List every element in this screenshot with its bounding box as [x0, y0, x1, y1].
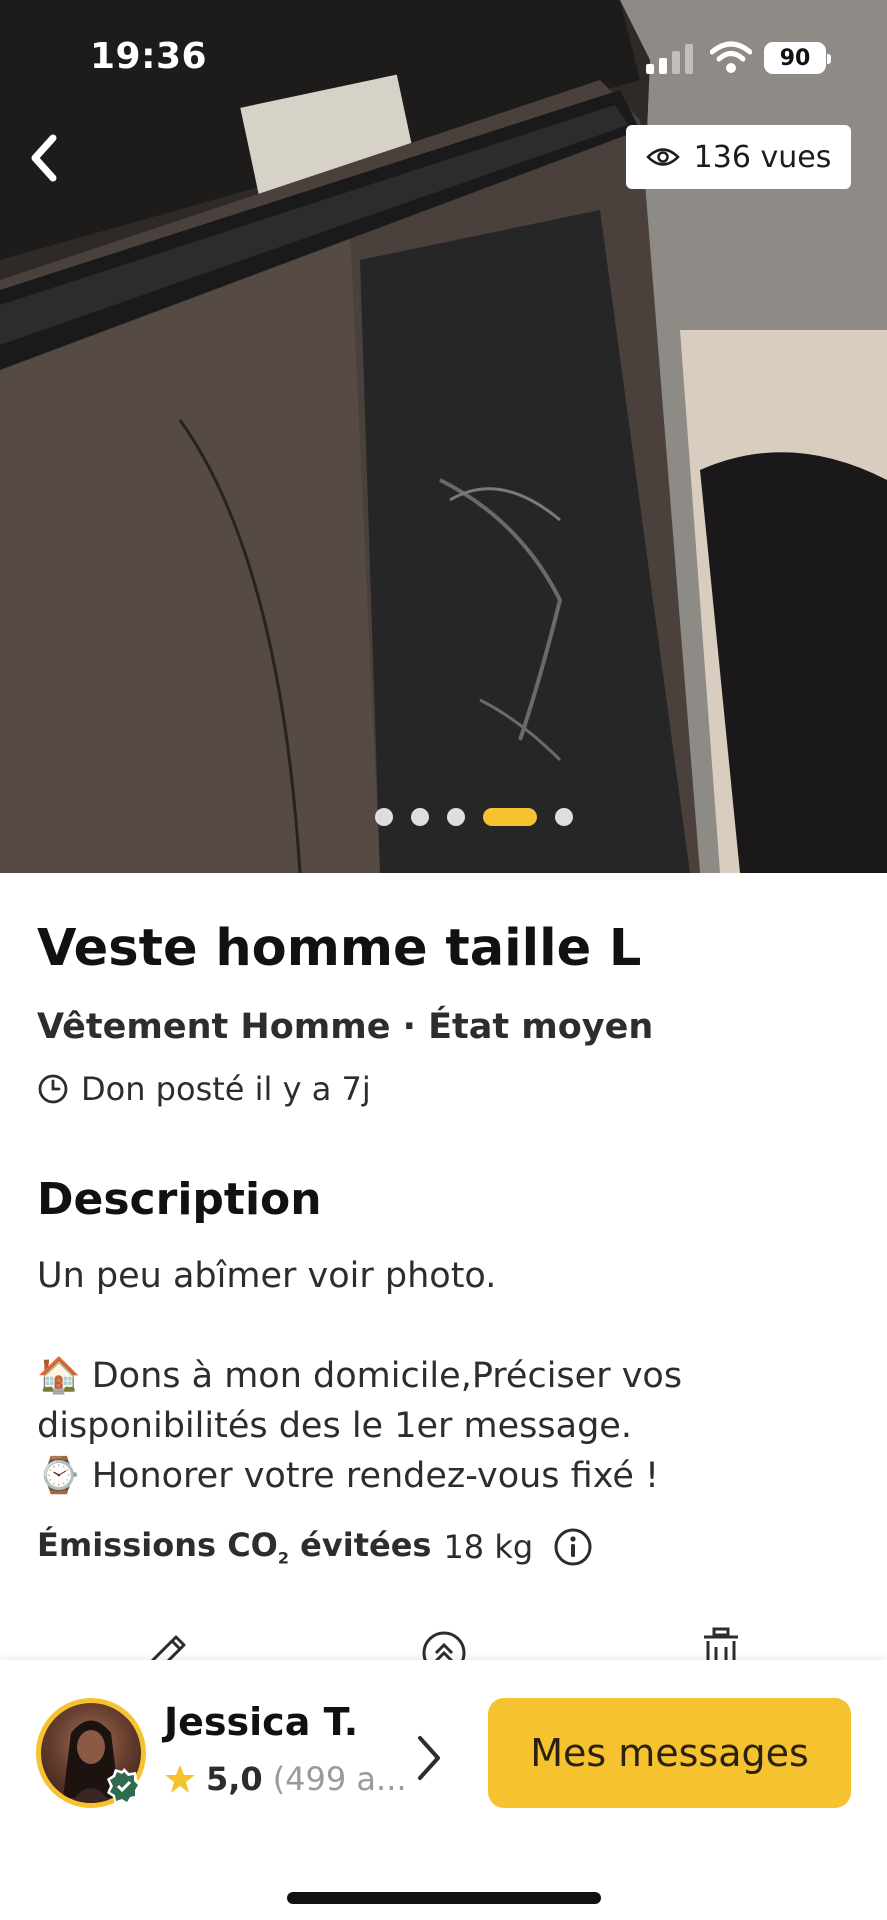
carousel-dots [0, 808, 887, 832]
trash-icon [704, 1627, 738, 1663]
delete-button[interactable] [696, 1623, 746, 1663]
description-line: ⌚ Honorer votre rendez-vous fixé ! [37, 1456, 660, 1496]
bottom-action-bar: Jessica T. 5,0 (499 a... Mes messages [0, 1660, 887, 1920]
chevron-left-icon [31, 134, 57, 182]
edit-icon [148, 1635, 186, 1663]
house-icon: 🏠 [37, 1356, 81, 1396]
rating-score: 5,0 [206, 1760, 263, 1798]
wifi-icon [710, 41, 752, 73]
description-heading: Description [37, 1174, 322, 1225]
carousel-dot[interactable] [410, 808, 429, 826]
listing-actions [0, 1623, 887, 1663]
description-line: 🏠 Dons à mon domicile,Préciser vos [37, 1356, 683, 1396]
seller-rating: 5,0 (499 a... [164, 1760, 407, 1798]
my-messages-button[interactable]: Mes messages [488, 1698, 851, 1808]
signal-icon [646, 44, 693, 74]
star-icon [165, 1765, 195, 1793]
co2-label: Émissions CO2 évitées [37, 1526, 432, 1568]
listing-title: Veste homme taille L [37, 919, 642, 978]
co2-value: 18 kg [443, 1527, 534, 1566]
carousel-dot[interactable] [446, 808, 465, 826]
seller-avatar[interactable] [36, 1698, 146, 1808]
listing-category: Vêtement Homme · État moyen [37, 1007, 654, 1047]
carousel-dot[interactable] [554, 808, 573, 826]
watch-icon: ⌚ [37, 1456, 81, 1496]
views-count: 136 vues [693, 139, 832, 175]
edit-button[interactable] [142, 1623, 192, 1663]
my-messages-label: Mes messages [530, 1731, 809, 1775]
posted-info: Don posté il y a 7j [37, 1070, 371, 1108]
rating-count: (499 a... [272, 1760, 407, 1798]
views-badge: 136 vues [626, 125, 851, 189]
seller-name[interactable]: Jessica T. [164, 1700, 358, 1744]
description-line: disponibilités des le 1er message. [37, 1406, 632, 1446]
posted-text: Don posté il y a 7j [81, 1070, 371, 1108]
boost-icon [422, 1631, 466, 1663]
home-indicator[interactable] [287, 1892, 601, 1904]
co2-savings: Émissions CO2 évitées 18 kg [37, 1526, 593, 1567]
boost-button[interactable] [419, 1623, 469, 1663]
status-time: 19:36 [90, 36, 208, 77]
chevron-right-icon[interactable] [408, 1730, 448, 1786]
description-line: Un peu abîmer voir photo. [37, 1256, 497, 1296]
photo-carousel[interactable]: 19:36 90 136 vues [0, 0, 887, 873]
description-body: Un peu abîmer voir photo. 🏠 Dons à mon d… [37, 1251, 857, 1501]
eye-icon [645, 148, 680, 166]
back-button[interactable] [14, 128, 74, 188]
status-bar: 19:36 90 [0, 0, 887, 110]
info-icon[interactable] [553, 1527, 593, 1567]
verified-badge-icon [107, 1768, 142, 1805]
battery-icon: 90 [764, 42, 831, 74]
carousel-dot[interactable] [374, 808, 393, 826]
clock-icon [38, 1074, 68, 1104]
battery-level: 90 [779, 45, 811, 71]
carousel-dot-active[interactable] [482, 808, 537, 826]
